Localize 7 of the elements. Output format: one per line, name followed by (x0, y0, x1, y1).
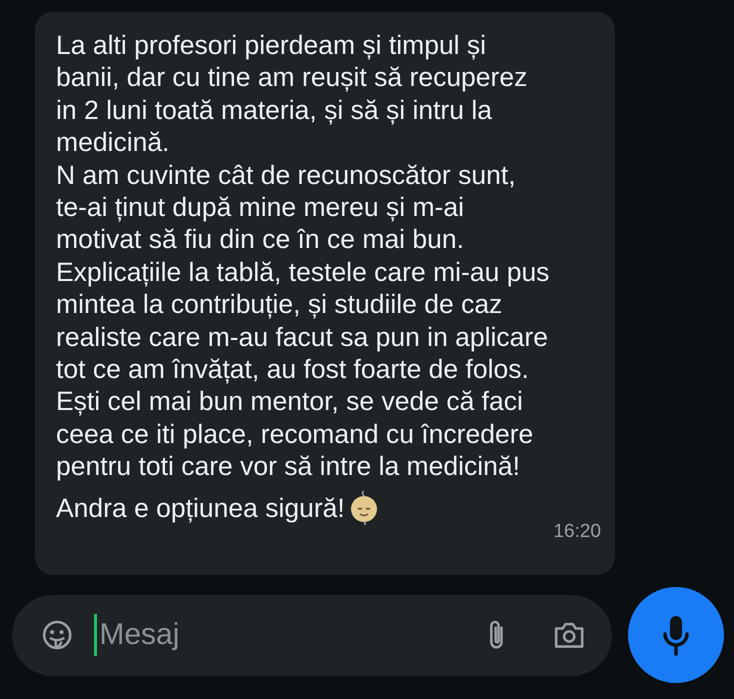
message-time: 16:20 (553, 520, 601, 543)
smiling-face-icon (348, 490, 379, 525)
microphone-icon (663, 614, 689, 656)
message-input-field[interactable]: Mesaj (94, 614, 488, 656)
composer-bar[interactable]: Mesaj (12, 594, 612, 676)
message-text: La alti profesori pierdeam și timpul și banii, dar cu tine am reușit să recuperez in 2 luni toată materia, și să și intru la medicină. N am cuvinte cât de recunoscător sunt, te-ai ținut după mine mereu și m-ai motivat să fiu din ce în ce mai bun. Explicațiile la tablă, testele care mi-au pus mintea la contribuție, și studiile de caz realiste care m-au facut sa pun in aplicare tot ce am învățat, au fost foarte de folos. Ești cel mai bun mentor, se vede că faci ceea ce iti place, recomand cu încredere pentru toti care vor să intre la medicină! (56, 29, 550, 483)
message-text: Andra e opțiunea sigură! (56, 492, 345, 524)
